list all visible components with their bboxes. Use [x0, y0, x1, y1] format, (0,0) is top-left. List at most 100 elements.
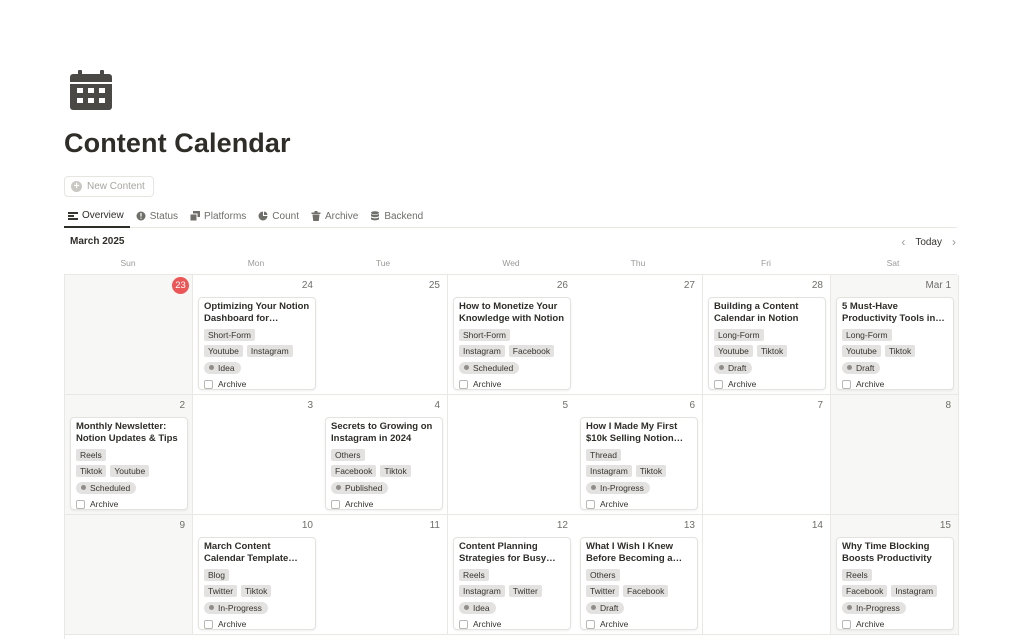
status-badge: Idea — [459, 601, 496, 614]
calendar-day-cell[interactable]: 4 Secrets to Growing on Instagram in 2024… — [320, 395, 448, 515]
chevron-right-icon[interactable]: › — [952, 235, 956, 249]
day-number: 27 — [683, 280, 695, 291]
content-card[interactable]: Building a Content Calendar in Notion Lon… — [708, 297, 826, 390]
card-title: Why Time Blocking Boosts Productivity — [842, 541, 932, 564]
tab-status[interactable]: Status — [132, 205, 184, 227]
today-button[interactable]: Today — [915, 237, 942, 248]
pie-chart-icon — [258, 211, 268, 221]
status-label: Scheduled — [90, 482, 131, 493]
calendar-day-cell[interactable]: 26 How to Monetize Your Knowledge with No… — [448, 275, 576, 395]
archive-checkbox-row: Archive — [76, 499, 182, 509]
archive-checkbox[interactable] — [331, 499, 340, 509]
format-row: Others — [586, 569, 692, 581]
archive-label: Archive — [473, 379, 502, 389]
tab-backend[interactable]: Backend — [366, 205, 429, 227]
archive-checkbox[interactable] — [204, 379, 213, 389]
calendar-day-cell[interactable]: 12 Content Planning Strategies for Busy… R… — [448, 515, 576, 635]
content-card[interactable]: March Content Calendar Template… Blog Twit… — [198, 537, 316, 630]
content-card[interactable]: Content Planning Strategies for Busy… Ree… — [453, 537, 571, 630]
tab-archive[interactable]: Archive — [307, 205, 364, 227]
calendar-day-cell[interactable]: 25 — [320, 275, 448, 395]
calendar-day-cell[interactable]: 28 Building a Content Calendar in Notion L… — [703, 275, 831, 395]
card-title: How I Made My First $10k Selling Notion… — [586, 421, 684, 444]
content-card[interactable]: Monthly Newsletter: Notion Updates & Tip… — [70, 417, 188, 510]
format-row: Blog — [204, 569, 310, 581]
database-icon — [371, 211, 380, 221]
calendar-day-cell[interactable]: 9 — [65, 515, 193, 635]
new-content-button[interactable]: + New Content — [64, 176, 154, 197]
archive-checkbox[interactable] — [76, 499, 85, 509]
calendar-day-cell[interactable]: 5 — [448, 395, 576, 515]
calendar-day-cell[interactable]: 7 — [703, 395, 831, 515]
archive-checkbox-row: Archive — [204, 379, 310, 389]
status-badge: In-Progress — [204, 601, 268, 614]
calendar-day-cell[interactable]: 14 — [703, 515, 831, 635]
status-dot-icon — [81, 485, 86, 490]
status-label: Draft — [856, 362, 875, 373]
platform-tag: Instagram — [459, 345, 505, 357]
calendar-day-cell[interactable]: 13 What I Wish I Knew Before Becoming a… O… — [575, 515, 703, 635]
calendar-day-cell[interactable]: 10 March Content Calendar Template… Blog Tw… — [193, 515, 321, 635]
calendar-day-cell[interactable]: 3 — [193, 395, 321, 515]
platform-tag: Facebook — [842, 585, 888, 597]
calendar-day-cell[interactable]: 27 — [575, 275, 703, 395]
content-card[interactable]: Secrets to Growing on Instagram in 2024 O… — [325, 417, 443, 510]
format-tag: Long-Form — [842, 329, 892, 341]
tab-platforms[interactable]: Platforms — [186, 205, 252, 227]
status-badge: Draft — [586, 601, 625, 614]
calendar-day-cell[interactable]: 2 Monthly Newsletter: Notion Updates & Ti… — [65, 395, 193, 515]
content-card[interactable]: Optimizing Your Notion Dashboard for… Sho… — [198, 297, 316, 390]
platform-tag: Youtube — [842, 345, 881, 357]
content-card[interactable]: How I Made My First $10k Selling Notion…… — [580, 417, 698, 510]
archive-label: Archive — [473, 619, 502, 629]
calendar-day-cell[interactable]: 8 — [831, 395, 959, 515]
platform-tag: Twitter — [586, 585, 620, 597]
archive-checkbox[interactable] — [842, 379, 851, 389]
calendar-day-cell[interactable]: 11 — [320, 515, 448, 635]
format-tag: Short-Form — [459, 329, 510, 341]
archive-checkbox[interactable] — [586, 619, 595, 629]
platform-tag: Tiktok — [76, 465, 107, 477]
format-tag: Short-Form — [204, 329, 255, 341]
content-card[interactable]: How to Monetize Your Knowledge with Noti… — [453, 297, 571, 390]
weekday-header: Sun — [120, 258, 136, 268]
calendar-day-cell[interactable]: 15 Why Time Blocking Boosts Productivity R… — [831, 515, 959, 635]
platform-tag: Youtube — [110, 465, 150, 477]
archive-checkbox[interactable] — [459, 379, 468, 389]
archive-checkbox-row: Archive — [204, 619, 310, 629]
archive-checkbox-row: Archive — [459, 619, 565, 629]
day-number: 28 — [811, 280, 823, 291]
chevron-left-icon[interactable]: ‹ — [901, 235, 905, 249]
format-row: Thread — [586, 449, 692, 461]
status-label: Idea — [218, 362, 235, 373]
platform-tag: Instagram — [891, 585, 938, 597]
archive-checkbox[interactable] — [714, 379, 723, 389]
day-number: 14 — [811, 520, 823, 531]
status-badge: Idea — [204, 361, 241, 374]
calendar-day-cell[interactable]: Mar 1 5 Must-Have Productivity Tools in… L… — [831, 275, 959, 395]
day-number: 10 — [301, 520, 313, 531]
tab-count[interactable]: Count — [254, 205, 305, 227]
archive-checkbox[interactable] — [586, 499, 595, 509]
tab-overview[interactable]: Overview — [64, 205, 130, 228]
calendar-day-cell[interactable]: 24 Optimizing Your Notion Dashboard for… S… — [193, 275, 321, 395]
content-card[interactable]: 5 Must-Have Productivity Tools in… Long-F… — [836, 297, 954, 390]
calendar-day-cell[interactable]: 23 — [65, 275, 193, 395]
day-number: 25 — [428, 280, 440, 291]
month-label: March 2025 — [70, 236, 125, 247]
platform-tag: Instagram — [246, 345, 293, 357]
status-label: In-Progress — [856, 602, 900, 613]
content-card[interactable]: Why Time Blocking Boosts Productivity Ree… — [836, 537, 954, 630]
content-card[interactable]: What I Wish I Knew Before Becoming a… Oth… — [580, 537, 698, 630]
status-badge: Published — [331, 481, 389, 494]
archive-checkbox[interactable] — [204, 619, 213, 629]
platform-row: Tiktok Youtube — [76, 465, 182, 477]
platform-row: Instagram Facebook — [459, 345, 565, 357]
calendar-day-cell[interactable]: 6 How I Made My First $10k Selling Notion… — [575, 395, 703, 515]
day-number: 9 — [179, 520, 185, 531]
status-dot-icon — [336, 485, 341, 490]
archive-label: Archive — [728, 379, 757, 389]
archive-checkbox[interactable] — [842, 619, 851, 629]
archive-checkbox[interactable] — [459, 619, 468, 629]
platform-tag: Instagram — [459, 585, 505, 597]
